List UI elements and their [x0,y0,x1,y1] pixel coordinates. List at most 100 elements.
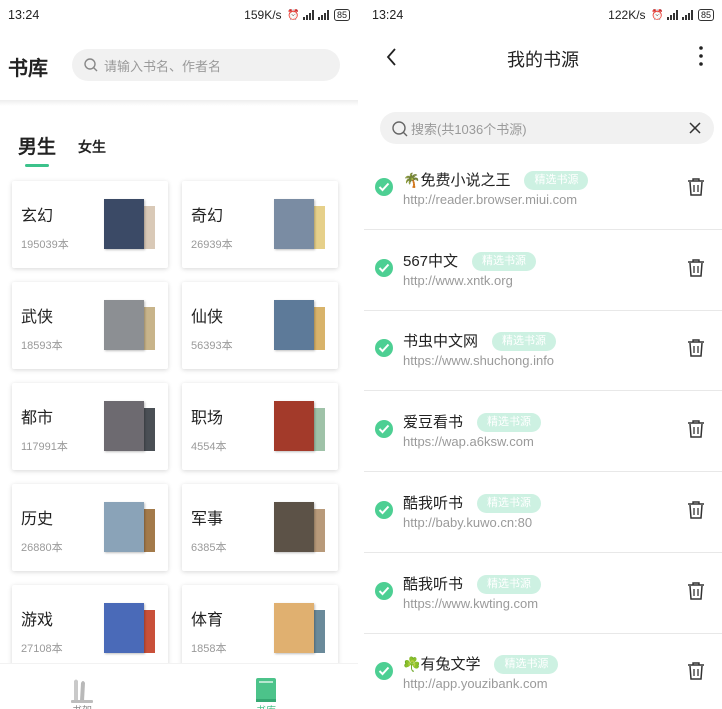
category-count: 195039本 [21,239,69,251]
category-card[interactable]: 职场 4554本 [182,383,338,470]
tab-female[interactable]: 女生 [78,137,106,157]
bookshelf-icon [71,679,93,703]
check-icon[interactable] [375,581,393,600]
source-item[interactable]: ☘️有兔文学 精选书源 http://app.youzibank.com [364,634,722,709]
trash-icon[interactable] [687,258,705,278]
check-icon[interactable] [375,500,393,519]
search-icon [84,58,98,72]
nav-library[interactable] [253,675,279,705]
category-count: 27108本 [21,643,63,655]
category-name: 仙侠 [191,309,224,326]
tab-male-label: 男生 [18,137,57,158]
trash-icon[interactable] [687,500,705,520]
search-icon [392,121,408,137]
source-item[interactable]: 酷我听书 精选书源 http://baby.kuwo.cn:80 [364,473,722,553]
featured-tag: 精选书源 [477,574,542,594]
source-name: 书虫中文网 [403,333,479,351]
category-card[interactable]: 仙侠 56393本 [182,282,338,369]
book-cover [104,502,144,552]
book-cover [104,199,144,249]
page-title: 书库 [8,58,48,80]
page-title: 我的书源 [507,50,579,70]
category-name: 奇幻 [191,208,224,225]
category-name: 游戏 [21,612,54,629]
signal-icon [302,10,314,20]
book-cover [104,603,144,653]
source-item[interactable]: 🌴免费小说之王 精选书源 http://reader.browser.miui.co… [364,150,722,230]
source-name: 酷我听书 [403,494,464,512]
source-name: 有兔文学 [420,656,481,674]
check-icon[interactable] [375,258,393,277]
source-name: 爱豆看书 [403,414,464,432]
category-card[interactable]: 军事 6385本 [182,484,338,571]
trash-icon[interactable] [687,419,705,439]
source-name-row: 🌴免费小说之王 精选书源 [403,169,589,190]
tab-female-label: 女生 [78,139,107,155]
check-icon[interactable] [375,339,393,358]
search-input[interactable]: 请输入书名、作者名 [72,49,340,81]
book-cover [104,300,144,350]
check-icon[interactable] [375,420,393,439]
trash-icon[interactable] [687,661,705,681]
featured-tag: 精选书源 [477,413,542,433]
category-count: 4554本 [191,441,227,453]
category-name: 武侠 [21,309,54,326]
category-count: 56393本 [191,340,233,352]
featured-tag: 精选书源 [477,493,542,513]
source-item[interactable]: 567中文 精选书源 http://www.xntk.org [364,231,722,311]
status-time: 13:24 [372,8,404,22]
category-card[interactable]: 武侠 18593本 [12,282,168,369]
category-count: 1858本 [191,643,227,655]
book-cover [274,401,314,451]
book-cover [274,502,314,552]
category-card[interactable]: 游戏 27108本 [12,585,168,672]
clear-icon[interactable] [688,121,702,135]
book-sources-screen: 13:24 122K/s ⏰ 85 我的书源 搜索(共1036个书源) 🌴免费小… [364,0,722,709]
trash-icon[interactable] [687,177,705,197]
source-url: http://reader.browser.miui.com [403,192,578,207]
source-name: 免费小说之王 [420,172,511,189]
trash-icon[interactable] [687,338,705,358]
nav-bookshelf-label: 书架 [62,702,102,709]
featured-tag: 精选书源 [494,655,559,675]
source-item[interactable]: 书虫中文网 精选书源 https://www.shuchong.info [364,311,722,392]
check-icon[interactable] [375,178,393,196]
nav-library-label: 书库 [246,702,286,709]
alarm-icon: ⏰ [287,9,300,21]
trash-icon[interactable] [687,581,705,601]
tab-male[interactable]: 男生 [18,132,57,167]
category-count: 26939本 [191,239,233,251]
category-count: 117991本 [21,441,68,453]
book-cover [274,603,314,653]
featured-tag: 精选书源 [492,332,557,352]
category-card[interactable]: 玄幻 195039本 [12,181,168,268]
active-tab-indicator [25,164,49,167]
source-emoji: 🌴 [403,172,421,188]
status-bar: 13:24 159K/s ⏰ 85 [0,0,358,30]
search-placeholder: 搜索(共1036个书源) [411,121,527,137]
category-card[interactable]: 体育 1858本 [182,585,338,672]
source-name: 567中文 [403,252,459,270]
check-icon[interactable] [375,662,393,681]
featured-tag: 精选书源 [524,171,589,190]
gender-tabs: 男生 女生 [18,132,106,167]
category-card[interactable]: 历史 26880本 [12,484,168,571]
source-item[interactable]: 酷我听书 精选书源 https://www.kwting.com [364,554,722,634]
category-name: 军事 [191,511,224,528]
more-options-icon[interactable] [697,45,705,67]
featured-tag: 精选书源 [472,251,537,271]
source-search-input[interactable]: 搜索(共1036个书源) [380,112,714,144]
category-card[interactable]: 奇幻 26939本 [182,181,338,268]
source-item[interactable]: 爱豆看书 精选书源 https://wap.a6ksw.com [364,392,722,473]
status-time: 13:24 [8,8,40,22]
category-card[interactable]: 都市 117991本 [12,383,168,470]
book-cover [274,199,314,249]
signal-icon-2 [317,10,329,20]
category-name: 玄幻 [21,208,54,225]
source-url: http://www.xntk.org [403,272,513,288]
source-emoji: ☘️ [403,656,421,673]
search-placeholder: 请输入书名、作者名 [104,58,222,74]
source-name-row: ☘️有兔文学 精选书源 [403,653,559,675]
source-url: https://www.kwting.com [403,595,539,611]
nav-bookshelf[interactable] [68,675,96,705]
